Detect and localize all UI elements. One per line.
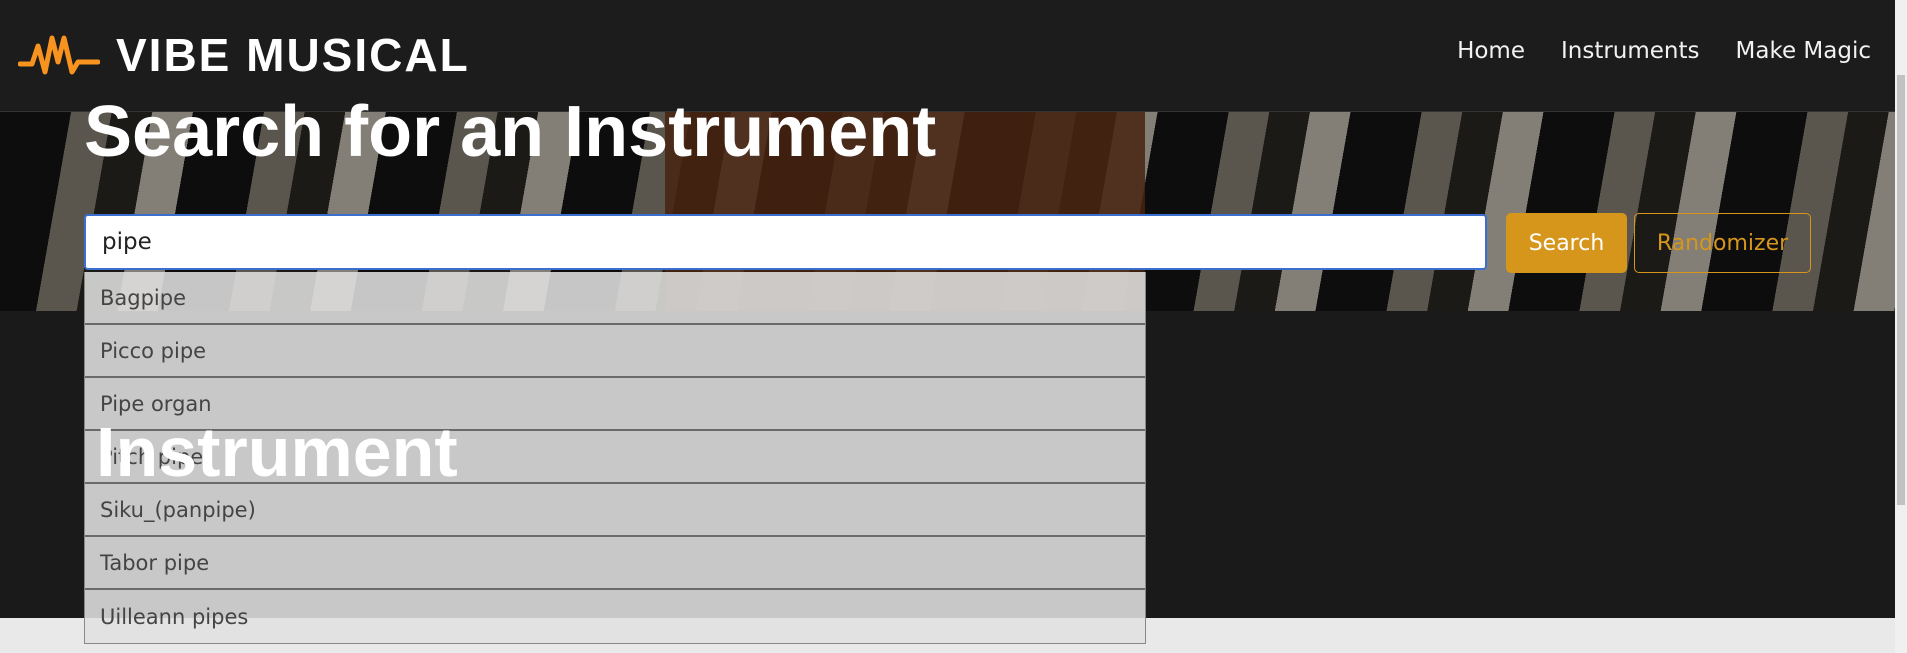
waveform-icon [18, 35, 100, 75]
brand-name: VIBE MUSICAL [116, 29, 470, 81]
suggestion-item[interactable]: Bagpipe [85, 272, 1145, 325]
randomizer-button[interactable]: Randomizer [1634, 213, 1811, 273]
suggestion-item[interactable]: Tabor pipe [85, 537, 1145, 590]
nav-home[interactable]: Home [1457, 38, 1525, 64]
suggestion-item[interactable]: Pipe organ [85, 378, 1145, 431]
suggestion-item[interactable]: Pitch pipe [85, 431, 1145, 484]
suggestion-item[interactable]: Siku_(panpipe) [85, 484, 1145, 537]
scrollbar[interactable] [1895, 0, 1907, 653]
nav-make-magic[interactable]: Make Magic [1736, 38, 1871, 64]
nav-instruments[interactable]: Instruments [1561, 38, 1700, 64]
logo[interactable]: VIBE MUSICAL [18, 28, 470, 82]
autocomplete-list: Bagpipe Picco pipe Pipe organ Pitch pipe… [84, 272, 1146, 644]
search-button[interactable]: Search [1506, 213, 1627, 273]
page-title: Search for an Instrument [84, 92, 937, 172]
suggestion-item[interactable]: Uilleann pipes [85, 590, 1145, 643]
search-input[interactable] [84, 214, 1487, 270]
suggestion-item[interactable]: Picco pipe [85, 325, 1145, 378]
scrollbar-thumb[interactable] [1897, 75, 1905, 505]
